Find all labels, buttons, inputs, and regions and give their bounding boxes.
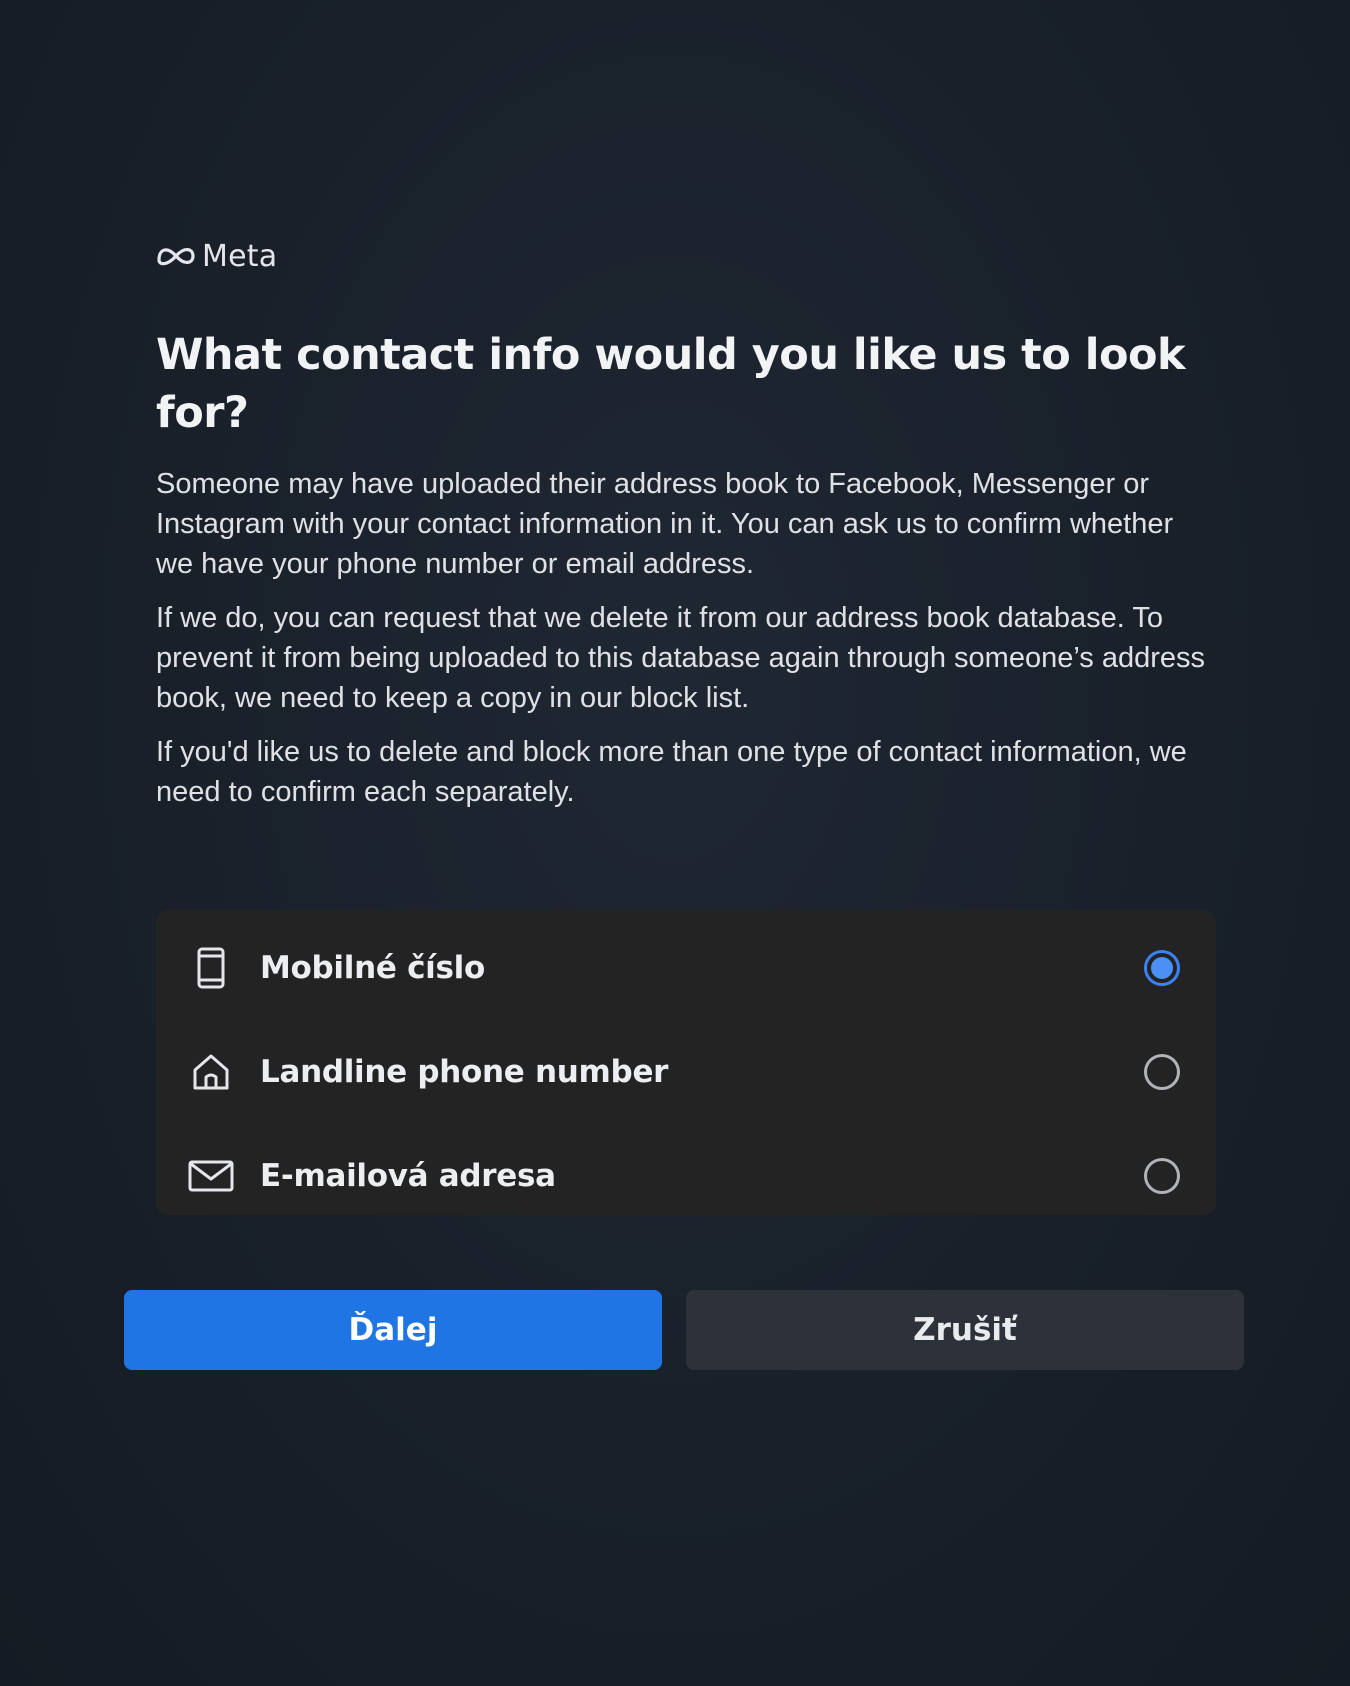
dialog-content: Meta What contact info would you like us…	[156, 236, 1216, 812]
option-landline-number-label: Landline phone number	[260, 1054, 669, 1090]
cancel-button[interactable]: Zrušiť	[686, 1290, 1244, 1370]
envelope-icon	[186, 1151, 236, 1201]
option-mobile-number-label: Mobilné číslo	[260, 950, 485, 986]
meta-logo-icon	[156, 243, 196, 269]
page-title: What contact info would you like us to l…	[156, 330, 1186, 438]
option-email-address-label: E-mailová adresa	[260, 1158, 556, 1194]
brand: Meta	[156, 236, 1216, 276]
description-paragraph-3: If you'd like us to delete and block mor…	[156, 736, 1187, 808]
option-landline-number[interactable]: Landline phone number	[156, 1020, 1216, 1124]
option-email-address[interactable]: E-mailová adresa	[156, 1124, 1216, 1228]
contact-type-options: Mobilné číslo Landline phone number E-ma…	[156, 910, 1216, 1215]
option-mobile-number[interactable]: Mobilné číslo	[156, 916, 1216, 1020]
next-button[interactable]: Ďalej	[124, 1290, 662, 1370]
mobile-phone-icon	[186, 943, 236, 993]
radio-landline-number[interactable]	[1144, 1054, 1180, 1090]
home-icon	[186, 1047, 236, 1097]
radio-mobile-number[interactable]	[1144, 950, 1180, 986]
brand-name: Meta	[202, 238, 278, 274]
radio-email-address[interactable]	[1144, 1158, 1180, 1194]
description-paragraph-1: Someone may have uploaded their address …	[156, 468, 1174, 580]
description-paragraph-2: If we do, you can request that we delete…	[156, 602, 1205, 714]
